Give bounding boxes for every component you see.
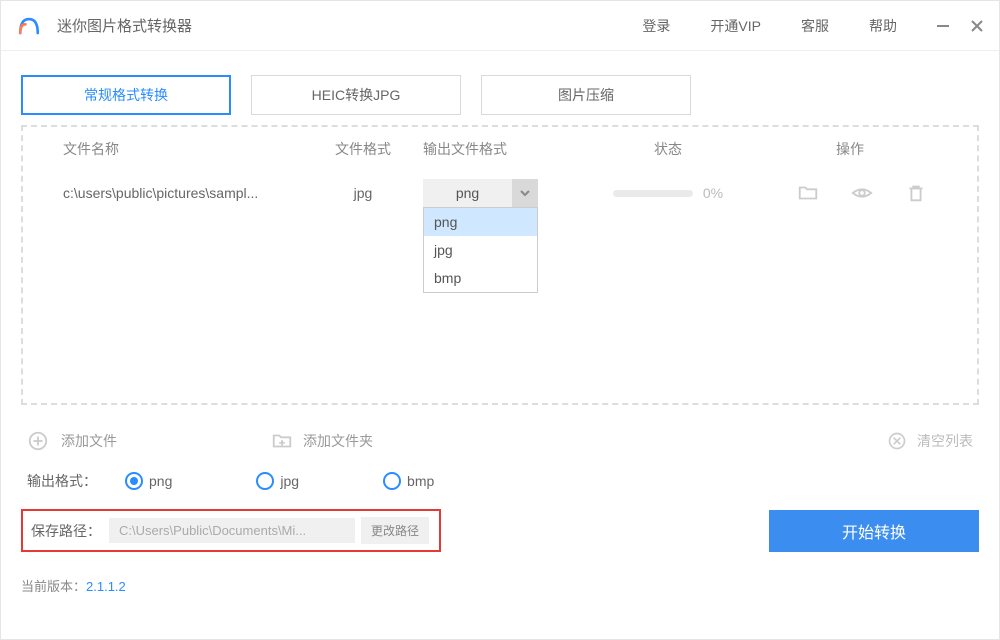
titlebar: 迷你图片格式转换器 登录 开通VIP 客服 帮助: [1, 1, 999, 51]
toolbar: 添加文件 添加文件夹 清空列表: [21, 423, 979, 459]
version-number: 2.1.1.2: [86, 579, 126, 594]
output-format-dropdown: png jpg bmp: [423, 207, 538, 293]
progress-bar: [613, 190, 693, 197]
col-header-format: 文件格式: [303, 139, 423, 159]
nav-vip[interactable]: 开通VIP: [710, 16, 761, 36]
nav-login[interactable]: 登录: [642, 16, 670, 36]
progress: 0%: [573, 185, 763, 201]
add-folder-label: 添加文件夹: [303, 431, 373, 451]
cell-status: 0%: [573, 185, 763, 201]
progress-text: 0%: [703, 185, 723, 201]
nav-support[interactable]: 客服: [801, 16, 829, 36]
cell-ops: [763, 182, 937, 204]
save-path-highlight: 保存路径： C:\Users\Public\Documents\Mi... 更改…: [21, 509, 441, 552]
output-format-radios: 输出格式： png jpg bmp: [21, 459, 979, 503]
dropdown-option-bmp[interactable]: bmp: [424, 264, 537, 292]
table-header: 文件名称 文件格式 输出文件格式 状态 操作: [23, 127, 977, 171]
tab-heic-to-jpg[interactable]: HEIC转换JPG: [251, 75, 461, 115]
radio-circle-icon: [383, 472, 401, 490]
radio-png-label: png: [149, 473, 172, 489]
col-header-output: 输出文件格式: [423, 139, 573, 159]
file-drop-zone: 文件名称 文件格式 输出文件格式 状态 操作 c:\users\public\p…: [21, 125, 979, 405]
tab-image-compress[interactable]: 图片压缩: [481, 75, 691, 115]
col-header-name: 文件名称: [63, 139, 303, 159]
save-path-label: 保存路径：: [31, 521, 101, 541]
tabs: 常规格式转换 HEIC转换JPG 图片压缩: [21, 75, 979, 115]
add-folder-button[interactable]: 添加文件夹: [271, 430, 373, 452]
close-icon[interactable]: [969, 18, 985, 34]
cell-format: jpg: [303, 185, 423, 201]
save-path-row: 保存路径： C:\Users\Public\Documents\Mi... 更改…: [21, 509, 979, 552]
clear-x-icon: [887, 431, 907, 451]
window-controls: [935, 18, 985, 34]
radio-bmp[interactable]: bmp: [383, 472, 434, 490]
dropdown-option-jpg[interactable]: jpg: [424, 236, 537, 264]
add-file-button[interactable]: 添加文件: [27, 430, 117, 452]
plus-circle-icon: [27, 430, 49, 452]
clear-list-label: 清空列表: [917, 431, 973, 451]
tab-normal-convert[interactable]: 常规格式转换: [21, 75, 231, 115]
col-header-status: 状态: [573, 139, 763, 159]
radio-circle-icon: [256, 472, 274, 490]
delete-trash-icon[interactable]: [905, 182, 927, 204]
clear-list-button[interactable]: 清空列表: [887, 431, 973, 451]
radio-jpg[interactable]: jpg: [256, 472, 299, 490]
dropdown-option-png[interactable]: png: [424, 208, 537, 236]
radio-jpg-label: jpg: [280, 473, 299, 489]
add-file-label: 添加文件: [61, 431, 117, 451]
save-path-value[interactable]: C:\Users\Public\Documents\Mi...: [109, 518, 355, 543]
app-logo: [15, 12, 43, 40]
chevron-down-icon: [512, 179, 538, 207]
change-path-button[interactable]: 更改路径: [361, 517, 429, 544]
preview-eye-icon[interactable]: [851, 182, 873, 204]
col-header-ops: 操作: [763, 139, 937, 159]
output-format-label: 输出格式：: [27, 471, 97, 491]
minimize-icon[interactable]: [935, 18, 951, 34]
output-format-select[interactable]: png: [423, 179, 538, 207]
radio-bmp-label: bmp: [407, 473, 434, 489]
cell-output-format: png png jpg bmp: [423, 179, 573, 207]
folder-plus-icon: [271, 430, 293, 452]
radio-png[interactable]: png: [125, 472, 172, 490]
start-convert-button[interactable]: 开始转换: [769, 510, 979, 552]
open-folder-icon[interactable]: [797, 182, 819, 204]
table-row: c:\users\public\pictures\sampl... jpg pn…: [23, 171, 977, 215]
nav-help[interactable]: 帮助: [869, 16, 897, 36]
cell-filename: c:\users\public\pictures\sampl...: [63, 185, 303, 201]
main-content: 常规格式转换 HEIC转换JPG 图片压缩 文件名称 文件格式 输出文件格式 状…: [1, 51, 999, 562]
version-label: 当前版本：: [21, 579, 86, 594]
select-label: png: [423, 185, 512, 201]
radio-circle-icon: [125, 472, 143, 490]
footer: 当前版本：2.1.1.2: [1, 562, 999, 609]
app-title: 迷你图片格式转换器: [57, 15, 192, 36]
